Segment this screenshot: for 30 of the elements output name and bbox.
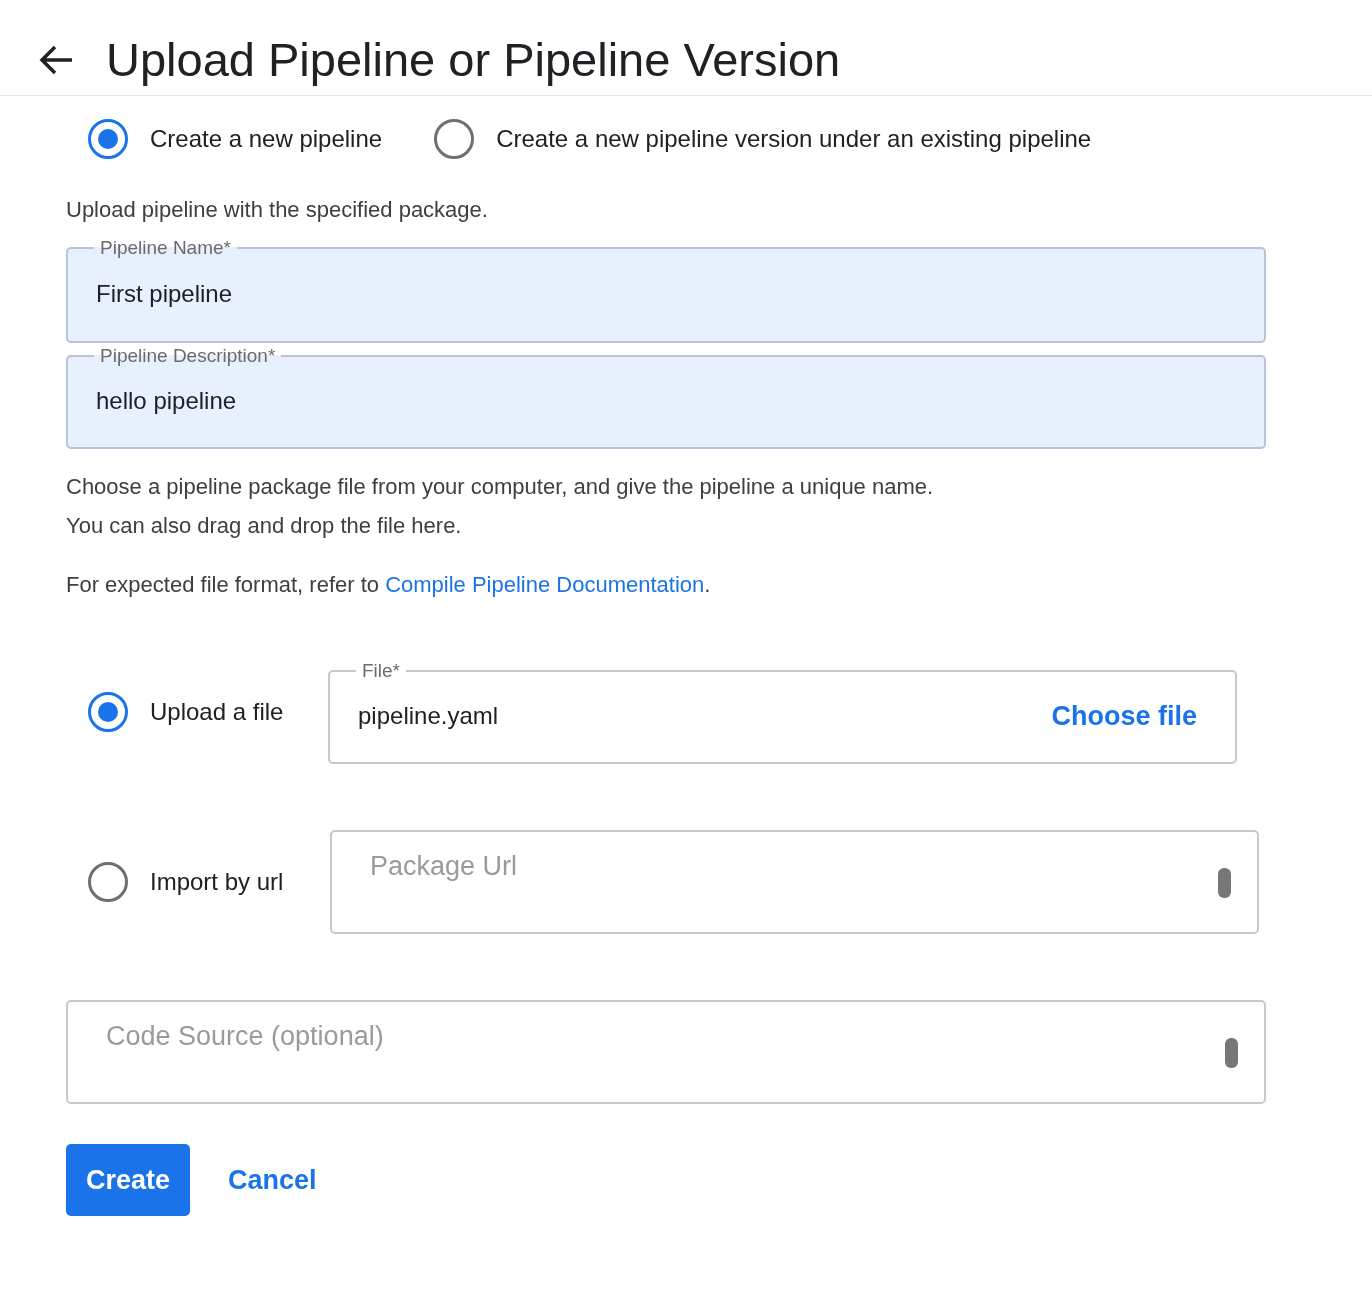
instruction-text: Choose a pipeline package file from your computer, and give the pipeline a unique name. — [66, 473, 935, 501]
radio-button[interactable] — [88, 119, 128, 159]
format-note: For expected file format, refer to Compile Pipeline Documentation. — [66, 571, 712, 599]
url-input[interactable]: Package Url — [368, 850, 1206, 883]
choose-file-button[interactable]: Choose file — [1039, 696, 1209, 736]
text-input[interactable]: hello pipeline — [94, 386, 1238, 416]
field-label: File* — [361, 660, 401, 682]
code-source-input[interactable]: Code Source (optional) — [104, 1020, 1213, 1053]
radio-button[interactable] — [88, 862, 128, 902]
field-label: Pipeline Description* — [99, 345, 277, 367]
url-field[interactable]: Package Url — [330, 830, 1259, 934]
create-button[interactable]: Create — [66, 1144, 191, 1216]
radio-label: Import by url — [150, 868, 284, 896]
code-source-field[interactable]: Code Source (optional) — [66, 1000, 1266, 1104]
radio-label: Create a new pipeline — [150, 125, 383, 153]
radio-button[interactable] — [434, 119, 475, 159]
text-input[interactable]: First pipeline — [94, 279, 1238, 309]
radio-label: Create a new pipeline version under an existing pipeline — [496, 125, 1092, 153]
radio-label: Upload a file — [150, 698, 284, 726]
documentation-link[interactable]: Compile Pipeline Documentation — [385, 572, 705, 597]
handle-icon — [1218, 868, 1231, 898]
back-arrow-icon[interactable] — [38, 43, 74, 76]
file-name-input[interactable]: pipeline.yaml — [356, 701, 1040, 731]
handle-icon — [1225, 1038, 1238, 1068]
field-label: Pipeline Name* — [99, 237, 232, 259]
cancel-button[interactable]: Cancel — [208, 1144, 337, 1216]
intro-text: Upload pipeline with the specified package. — [66, 196, 489, 224]
radio-button[interactable] — [88, 692, 128, 732]
page-title: Upload Pipeline or Pipeline Version — [106, 32, 841, 87]
instruction-text: You can also drag and drop the file here. — [66, 512, 463, 540]
